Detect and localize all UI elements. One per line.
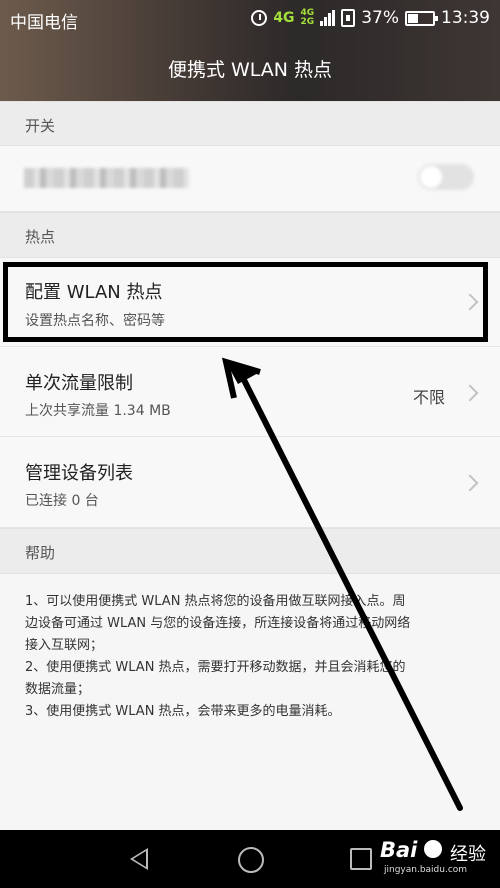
baidu-jingyan-watermark: Bai 经验 jingyan.baidu.com: [380, 838, 495, 878]
annotation-arrow-icon: [221, 357, 463, 811]
recent-apps-icon[interactable]: [350, 848, 372, 870]
watermark-url: jingyan.baidu.com: [384, 865, 468, 875]
watermark-brand: Bai: [380, 838, 418, 862]
back-icon[interactable]: [130, 848, 148, 870]
paw-icon: [424, 840, 442, 858]
watermark-product: 经验: [450, 844, 486, 865]
home-icon[interactable]: [238, 847, 264, 873]
